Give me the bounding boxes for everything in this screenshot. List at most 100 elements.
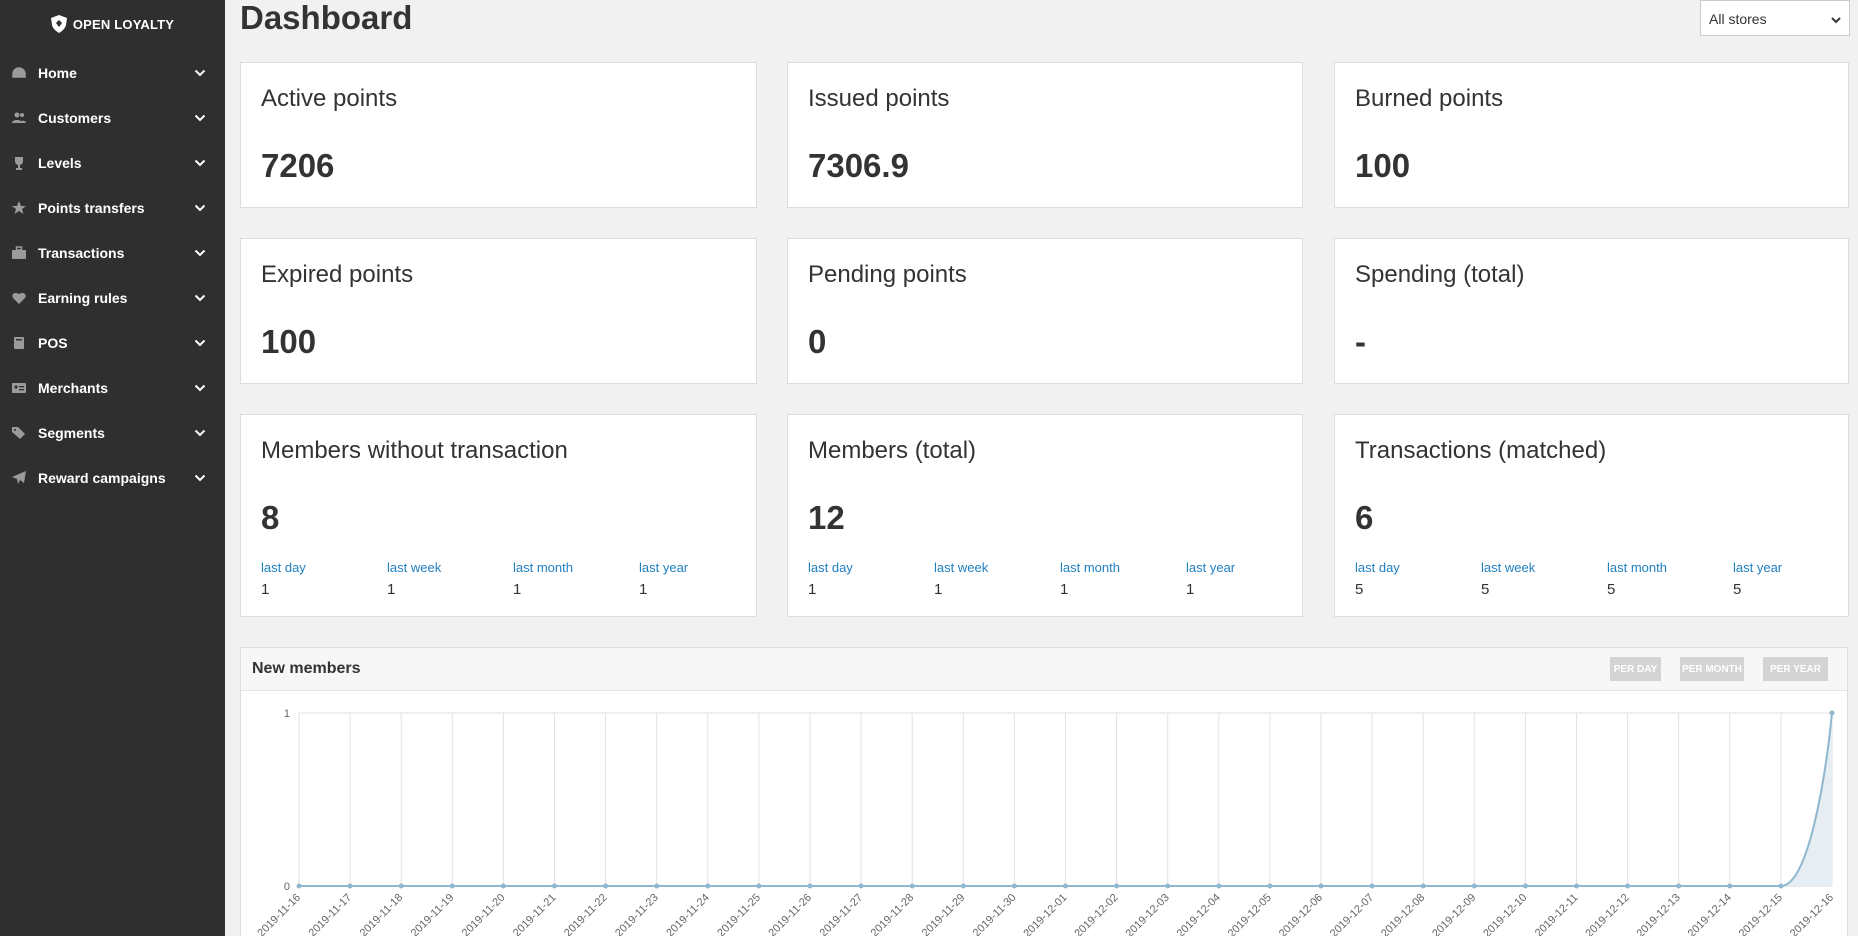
dashboard-icon [11, 65, 27, 81]
x-tick-label: 2019-12-07 [1328, 892, 1376, 936]
x-tick-label: 2019-12-13 [1635, 892, 1683, 936]
per-month-button[interactable]: PER MONTH [1680, 657, 1744, 681]
x-tick-label: 2019-11-23 [613, 892, 661, 936]
shield-logo-icon [50, 15, 67, 33]
data-point [654, 883, 660, 889]
stat-label[interactable]: last year [639, 560, 759, 575]
x-tick-label: 2019-12-05 [1226, 892, 1274, 936]
sidebar-item-reward-campaigns[interactable]: Reward campaigns [0, 455, 225, 500]
data-point [1778, 883, 1784, 889]
stat-label[interactable]: last month [1060, 560, 1180, 575]
card-pending-points: Pending points 0 [787, 238, 1303, 384]
card-value: 100 [1355, 147, 1411, 184]
sidebar-item-transactions[interactable]: Transactions [0, 230, 225, 275]
chart-header: New members PER DAY PER MONTH PER YEAR [241, 648, 1847, 691]
x-tick-label: 2019-11-25 [715, 892, 763, 936]
sidebar: OPEN LOYALTY Home Customers Levels Points t… [0, 0, 225, 936]
stat-value: 5 [1481, 581, 1490, 598]
chevron-down-icon [1829, 13, 1843, 27]
x-tick-label: 2019-11-26 [766, 892, 814, 936]
chevron-down-icon[interactable] [193, 381, 207, 395]
stat-label[interactable]: last day [808, 560, 928, 575]
new-members-chart: 012019-11-16 2019-11-17 2019-11-18 2019-11-… [255, 708, 1836, 936]
stat-label[interactable]: last week [934, 560, 1054, 575]
data-point [1011, 883, 1017, 889]
chevron-down-icon[interactable] [193, 201, 207, 215]
stat-label[interactable]: last month [1607, 560, 1727, 575]
card-value: 100 [261, 323, 317, 360]
sidebar-item-points-transfers[interactable]: Points transfers [0, 185, 225, 230]
x-tick-label: 2019-12-01 [1021, 892, 1069, 936]
stat-last-week: last week 5 [1481, 560, 1601, 598]
data-point [1676, 883, 1682, 889]
heart-icon [11, 290, 27, 306]
card-title: Issued points [808, 85, 950, 112]
data-point [1727, 883, 1733, 889]
card-burned-points: Burned points 100 [1334, 62, 1849, 208]
chevron-down-icon[interactable] [193, 246, 207, 260]
store-select-value: All stores [1709, 11, 1767, 27]
sidebar-item-merchants[interactable]: Merchants [0, 365, 225, 410]
chevron-down-icon[interactable] [193, 111, 207, 125]
sidebar-item-home[interactable]: Home [0, 50, 225, 95]
card-title: Expired points [261, 261, 414, 288]
tags-icon [11, 425, 27, 441]
page-title: Dashboard [240, 0, 413, 36]
stat-label[interactable]: last year [1733, 560, 1853, 575]
sidebar-item-pos[interactable]: POS [0, 320, 225, 365]
sidebar-item-customers[interactable]: Customers [0, 95, 225, 140]
chevron-down-icon[interactable] [193, 336, 207, 350]
stat-label[interactable]: last week [387, 560, 507, 575]
sidebar-item-earning-rules[interactable]: Earning rules [0, 275, 225, 320]
sidebar-item-label: Merchants [38, 379, 109, 396]
sidebar-item-segments[interactable]: Segments [0, 410, 225, 455]
card-transactions-matched: Transactions (matched) 6 last day 5 last wee… [1334, 414, 1849, 617]
stat-label[interactable]: last week [1481, 560, 1601, 575]
data-point [1165, 883, 1171, 889]
x-tick-label: 2019-12-08 [1379, 892, 1427, 936]
card-title: Spending (total) [1355, 261, 1525, 288]
stat-value: 1 [808, 581, 817, 598]
chevron-down-icon[interactable] [193, 66, 207, 80]
chevron-down-icon[interactable] [193, 471, 207, 485]
logo-text: OPEN LOYALTY [72, 16, 175, 32]
card-title: Members without transaction [261, 437, 568, 464]
stat-label[interactable]: last day [1355, 560, 1475, 575]
x-tick-label: 2019-12-16 [1788, 892, 1836, 936]
sidebar-item-levels[interactable]: Levels [0, 140, 225, 185]
y-tick-label: 1 [284, 708, 290, 720]
x-tick-label: 2019-11-17 [307, 892, 355, 936]
x-tick-label: 2019-11-24 [664, 892, 712, 936]
data-point [1471, 883, 1477, 889]
card-issued-points: Issued points 7306.9 [787, 62, 1303, 208]
card-value: 7206 [261, 147, 335, 184]
stat-value: 1 [639, 581, 648, 598]
chevron-down-icon[interactable] [193, 156, 207, 170]
stat-value: 1 [1060, 581, 1069, 598]
chevron-down-icon[interactable] [193, 426, 207, 440]
chevron-down-icon[interactable] [193, 291, 207, 305]
stat-value: 1 [513, 581, 522, 598]
x-tick-label: 2019-11-28 [869, 892, 917, 936]
id-card-icon [11, 380, 27, 396]
per-day-button[interactable]: PER DAY [1610, 657, 1661, 681]
app-logo[interactable]: OPEN LOYALTY [0, 0, 225, 48]
x-tick-label: 2019-12-14 [1686, 892, 1734, 936]
card-value: - [1355, 323, 1366, 360]
store-select[interactable]: All stores [1700, 0, 1850, 36]
card-members-total: Members (total) 12 last day 1 last week 1 last… [787, 414, 1303, 617]
new-members-chart-panel: New members PER DAY PER MONTH PER YEAR 0… [240, 647, 1848, 936]
stat-value: 5 [1607, 581, 1616, 598]
x-tick-label: 2019-11-29 [920, 892, 968, 936]
stat-last-month: last month 5 [1607, 560, 1727, 598]
x-tick-label: 2019-12-12 [1583, 892, 1631, 936]
data-point [858, 883, 864, 889]
card-value: 7306.9 [808, 147, 909, 184]
data-point [1625, 883, 1631, 889]
stat-label[interactable]: last year [1186, 560, 1306, 575]
per-year-button[interactable]: PER YEAR [1763, 657, 1828, 681]
stat-label[interactable]: last month [513, 560, 633, 575]
stat-label[interactable]: last day [261, 560, 381, 575]
card-active-points: Active points 7206 [240, 62, 757, 208]
x-tick-label: 2019-11-19 [409, 892, 457, 936]
